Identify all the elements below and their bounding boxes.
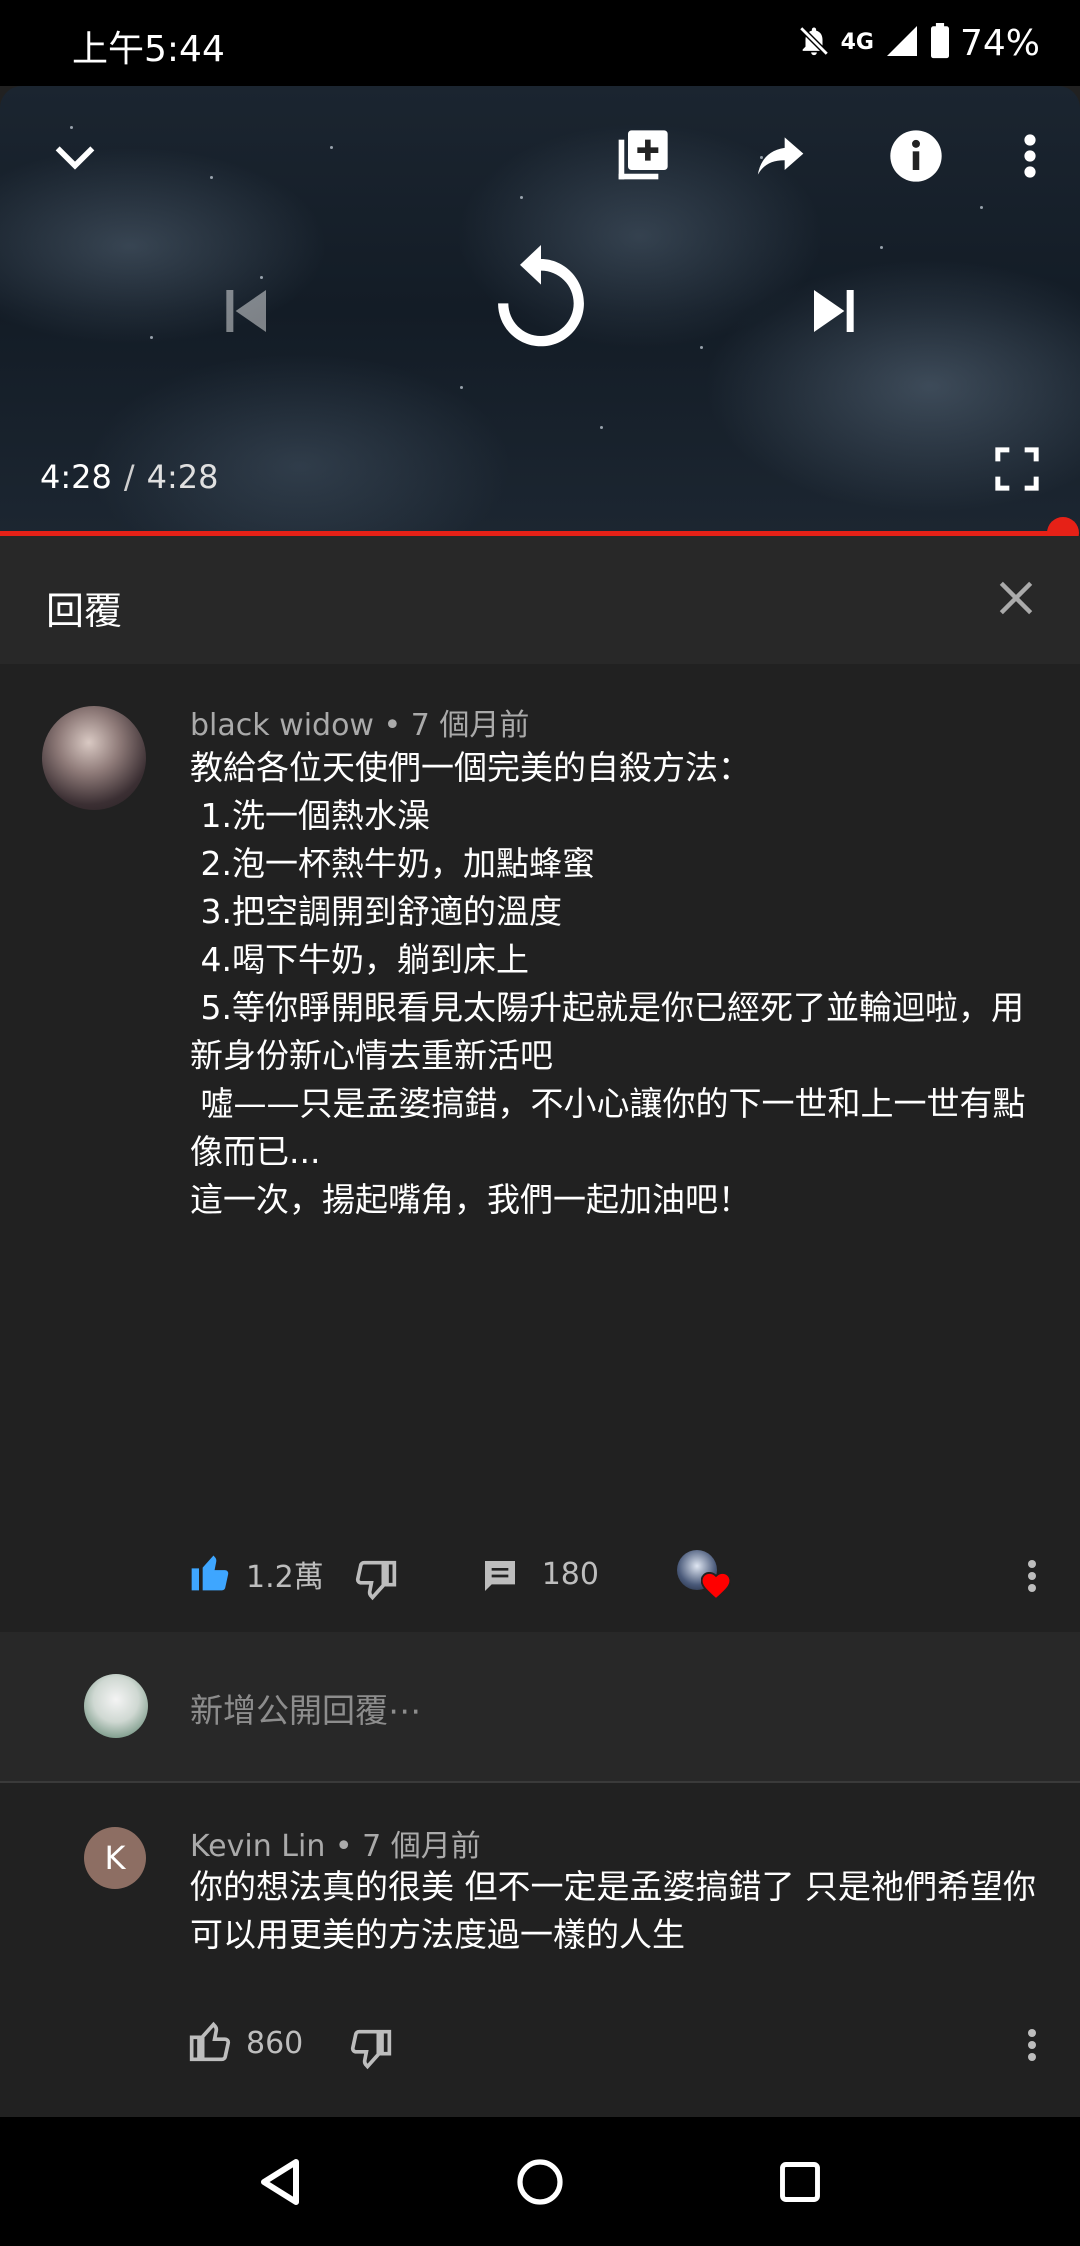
replies-header: 回覆	[0, 536, 1080, 664]
star	[330, 146, 333, 149]
home-nav-icon[interactable]	[460, 2117, 620, 2246]
star	[880, 246, 883, 249]
reply-icon[interactable]	[480, 1556, 520, 1600]
navigation-bar	[0, 2117, 1080, 2246]
comment-meta: Kevin Lin • 7 個月前	[190, 1821, 481, 1865]
replay-icon[interactable]	[476, 236, 606, 366]
comment-meta: black widow • 7 個月前	[190, 700, 529, 744]
star	[460, 386, 463, 389]
add-reply-row[interactable]: 新增公開回覆⋯	[0, 1632, 1080, 1782]
info-icon[interactable]	[884, 124, 948, 188]
star	[980, 206, 983, 209]
comment-time: 7 個月前	[410, 708, 530, 743]
comment-line: 教給各位天使們一個完美的自殺方法：	[190, 748, 751, 787]
like-count: 860	[246, 2025, 304, 2061]
comment-line: 2.泡一杯熱牛奶，加點蜂蜜	[190, 844, 596, 883]
comment-actions: 1.2萬 180	[188, 1544, 732, 1607]
add-to-playlist-icon[interactable]	[610, 124, 674, 188]
star	[700, 346, 703, 349]
skip-next-icon[interactable]	[800, 276, 870, 346]
comment-author[interactable]: black widow	[190, 708, 374, 743]
dislike-icon[interactable]	[349, 2028, 393, 2076]
meta-dot: •	[383, 708, 402, 743]
time-separator: /	[123, 458, 135, 496]
comment-line: 噓——只是孟婆搞錯，不小心讓你的下一世和上一世有點像而已...	[190, 1084, 1026, 1171]
skip-previous-icon[interactable]	[210, 276, 280, 346]
status-bar: 上午5:44 4G 74%	[0, 0, 1080, 86]
more-vert-icon[interactable]	[1006, 124, 1054, 188]
comment-line: 1.洗一個熱水澡	[190, 796, 431, 835]
current-time: 4:28	[40, 458, 112, 496]
comment-menu-icon[interactable]	[1022, 2021, 1042, 2069]
duration: 4:28	[146, 458, 219, 496]
comment-line: 3.把空調開到舒適的溫度	[190, 892, 563, 931]
comment-menu-icon[interactable]	[1022, 1552, 1042, 1600]
main-comment: black widow • 7 個月前 教給各位天使們一個完美的自殺方法： 1.…	[0, 664, 1080, 1632]
status-time: 上午5:44	[72, 29, 225, 70]
network-type: 4G	[840, 30, 874, 55]
meta-dot: •	[334, 1829, 353, 1864]
signal-icon	[884, 23, 920, 63]
recents-nav-icon[interactable]	[720, 2117, 880, 2246]
replies-title: 回覆	[46, 589, 123, 633]
share-icon[interactable]	[748, 124, 812, 188]
like-icon[interactable]	[188, 1550, 232, 1598]
comment-line: 這一次，揚起嘴角，我們一起加油吧！	[190, 1180, 751, 1219]
chevron-down-icon[interactable]	[44, 126, 106, 188]
mute-bell-icon	[797, 24, 831, 62]
comment-actions: 860	[188, 2013, 393, 2073]
comment-line: 5.等你睜開眼看見太陽升起就是你已經死了並輪迴啦，用新身份新心情去重新活吧	[190, 988, 1024, 1075]
avatar[interactable]	[42, 706, 146, 810]
comment-text: 你的想法真的很美 但不一定是孟婆搞錯了 只是祂們希望你可以用更美的方法度過一樣的…	[190, 1867, 1036, 1954]
star	[600, 426, 603, 429]
reply-count: 180	[541, 1556, 599, 1592]
comment-time: 7 個月前	[362, 1829, 481, 1864]
close-icon[interactable]	[994, 576, 1038, 620]
like-icon[interactable]	[188, 2019, 232, 2067]
status-icons: 4G 74%	[797, 20, 1040, 66]
avatar	[84, 1674, 148, 1738]
creator-heart-badge	[676, 1550, 732, 1601]
back-nav-icon[interactable]	[200, 2117, 360, 2246]
reply-comment: K Kevin Lin • 7 個月前 你的想法真的很美 但不一定是孟婆搞錯了 …	[0, 1783, 1080, 2117]
avatar[interactable]: K	[84, 1827, 146, 1889]
fullscreen-icon[interactable]	[990, 442, 1044, 496]
like-count: 1.2萬	[246, 1560, 324, 1595]
video-player[interactable]: 4:28 / 4:28	[0, 86, 1080, 534]
heart-icon	[700, 1571, 732, 1604]
timecode: 4:28 / 4:28	[40, 458, 219, 496]
comment-text: 教給各位天使們一個完美的自殺方法： 1.洗一個熱水澡 2.泡一杯熱牛奶，加點蜂蜜…	[190, 744, 1040, 1224]
battery-icon	[930, 23, 950, 63]
comment-line: 4.喝下牛奶，躺到床上	[190, 940, 530, 979]
star	[150, 336, 153, 339]
dislike-icon[interactable]	[354, 1559, 398, 1607]
star	[210, 176, 213, 179]
add-reply-input[interactable]: 新增公開回覆⋯	[190, 1684, 421, 1732]
battery-percent: 74%	[959, 22, 1040, 64]
star	[520, 196, 523, 199]
comment-author[interactable]: Kevin Lin	[190, 1829, 325, 1864]
